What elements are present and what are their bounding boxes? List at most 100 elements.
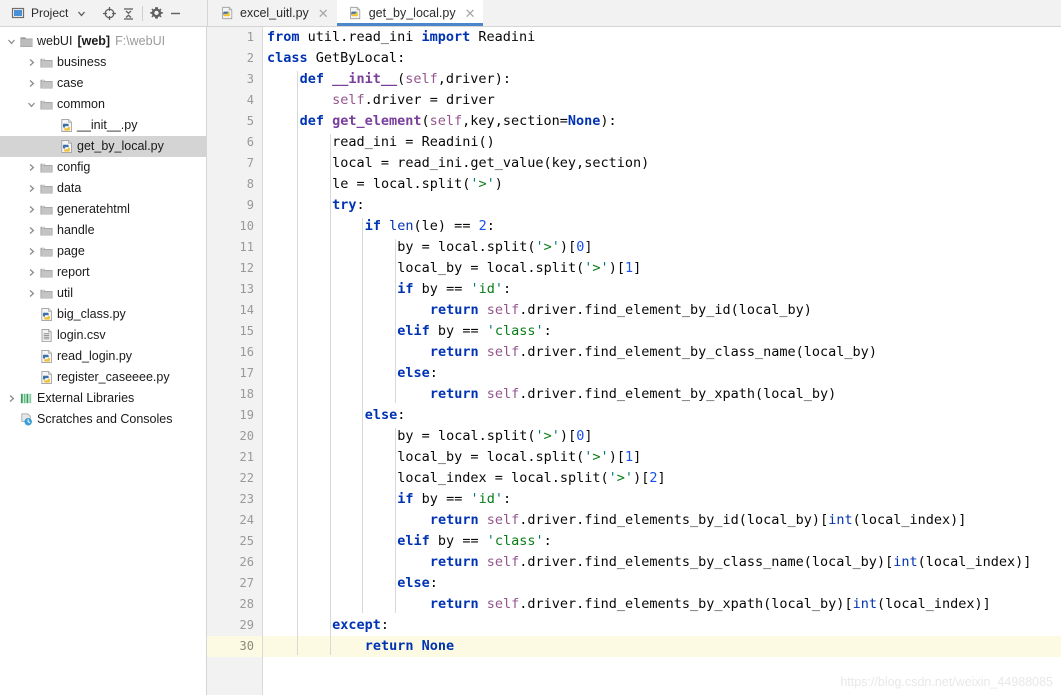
chevron-right-icon[interactable] [24, 79, 38, 88]
code-line[interactable]: else: [263, 573, 1061, 594]
chevron-right-icon[interactable] [24, 184, 38, 193]
tree-item-case[interactable]: case [0, 73, 206, 94]
chevron-down-icon[interactable] [73, 5, 90, 22]
line-number[interactable]: 5 [207, 111, 262, 132]
tree-item-__init__.py[interactable]: __init__.py [0, 115, 206, 136]
line-number[interactable]: 17 [207, 363, 262, 384]
code-line[interactable]: elif by == 'class': [263, 321, 1061, 342]
code-line[interactable]: def __init__(self,driver): [263, 69, 1061, 90]
code-line[interactable]: return self.driver.find_elements_by_clas… [263, 552, 1061, 573]
line-number[interactable]: 7 [207, 153, 262, 174]
code-line[interactable]: read_ini = Readini() [263, 132, 1061, 153]
chevron-right-icon[interactable] [24, 289, 38, 298]
tree-item-report[interactable]: report [0, 262, 206, 283]
project-tree[interactable]: webUI [web] F:\webUI business case common __in… [0, 27, 207, 695]
line-number[interactable]: 20 [207, 426, 262, 447]
code-line[interactable]: try: [263, 195, 1061, 216]
close-icon[interactable]: ✕ [465, 7, 476, 20]
tree-item-big_class.py[interactable]: big_class.py [0, 304, 206, 325]
line-number-gutter[interactable]: 1 2 3 4 5 6 7 8 9 10 11 12 13 14 15 16 17 18 19 20 21 22 23 24 2… [207, 27, 263, 695]
tree-item-read_login.py[interactable]: read_login.py [0, 346, 206, 367]
tree-item-scratches-and-consoles[interactable]: Scratches and Consoles [0, 409, 206, 430]
chevron-right-icon[interactable] [24, 247, 38, 256]
code-line[interactable]: by = local.split('>')[0] [263, 426, 1061, 447]
code-line[interactable]: local = read_ini.get_value(key,section) [263, 153, 1061, 174]
line-number[interactable]: 26 [207, 552, 262, 573]
tree-item-business[interactable]: business [0, 52, 206, 73]
hide-panel-icon[interactable] [167, 5, 184, 22]
tree-item-register_caseeee.py[interactable]: register_caseeee.py [0, 367, 206, 388]
line-number[interactable]: 25 [207, 531, 262, 552]
line-number[interactable]: 23 [207, 489, 262, 510]
code-content[interactable]: from util.read_ini import Readini class G… [263, 27, 1061, 695]
tree-item-common[interactable]: common [0, 94, 206, 115]
chevron-right-icon[interactable] [24, 268, 38, 277]
tree-item-config[interactable]: config [0, 157, 206, 178]
code-line[interactable]: le = local.split('>') [263, 174, 1061, 195]
line-number[interactable]: 21 [207, 447, 262, 468]
chevron-right-icon[interactable] [24, 226, 38, 235]
code-line[interactable]: by = local.split('>')[0] [263, 237, 1061, 258]
chevron-right-icon[interactable] [24, 58, 38, 67]
code-line[interactable]: from util.read_ini import Readini [263, 27, 1061, 48]
tree-item-external-libraries[interactable]: External Libraries [0, 388, 206, 409]
tree-item-util[interactable]: util [0, 283, 206, 304]
chevron-right-icon[interactable] [24, 163, 38, 172]
code-line[interactable]: local_index = local.split('>')[2] [263, 468, 1061, 489]
line-number[interactable]: 8 [207, 174, 262, 195]
tab-excel_uitl[interactable]: excel_uitl.py ✕ [208, 0, 337, 26]
code-line[interactable]: self.driver = driver [263, 90, 1061, 111]
tree-item-login.csv[interactable]: login.csv [0, 325, 206, 346]
line-number[interactable]: 15 [207, 321, 262, 342]
line-number[interactable]: 10 [207, 216, 262, 237]
code-line[interactable]: return self.driver.find_element_by_id(lo… [263, 300, 1061, 321]
code-line[interactable]: elif by == 'class': [263, 531, 1061, 552]
code-line[interactable]: return self.driver.find_elements_by_id(l… [263, 510, 1061, 531]
line-number[interactable]: 9 [207, 195, 262, 216]
line-number[interactable]: 28 [207, 594, 262, 615]
chevron-right-icon[interactable] [4, 394, 18, 403]
line-number[interactable]: 4 [207, 90, 262, 111]
line-number[interactable]: 1 [207, 27, 262, 48]
code-line[interactable]: local_by = local.split('>')[1] [263, 447, 1061, 468]
collapse-all-icon[interactable] [120, 5, 137, 22]
tree-item-data[interactable]: data [0, 178, 206, 199]
code-line[interactable]: else: [263, 363, 1061, 384]
code-line[interactable]: else: [263, 405, 1061, 426]
code-line[interactable]: except: [263, 615, 1061, 636]
chevron-down-icon[interactable] [24, 100, 38, 109]
line-number[interactable]: 16 [207, 342, 262, 363]
line-number[interactable]: 11 [207, 237, 262, 258]
tree-item-get_by_local.py[interactable]: get_by_local.py [0, 136, 206, 157]
code-line[interactable]: return self.driver.find_elements_by_xpat… [263, 594, 1061, 615]
tree-item-handle[interactable]: handle [0, 220, 206, 241]
settings-gear-icon[interactable] [148, 5, 165, 22]
chevron-right-icon[interactable] [24, 205, 38, 214]
code-line[interactable]: if by == 'id': [263, 279, 1061, 300]
code-line[interactable]: local_by = local.split('>')[1] [263, 258, 1061, 279]
code-line[interactable]: if len(le) == 2: [263, 216, 1061, 237]
code-line[interactable]: return None [263, 636, 1061, 657]
line-number[interactable]: 13 [207, 279, 262, 300]
line-number[interactable]: 29 [207, 615, 262, 636]
tree-item-webui[interactable]: webUI [web] F:\webUI [0, 31, 206, 52]
code-line[interactable]: return self.driver.find_element_by_class… [263, 342, 1061, 363]
code-editor[interactable]: 1 2 3 4 5 6 7 8 9 10 11 12 13 14 15 16 17 18 19 20 21 22 23 24 2… [207, 27, 1061, 695]
close-icon[interactable]: ✕ [318, 7, 329, 20]
locate-target-icon[interactable] [101, 5, 118, 22]
line-number[interactable]: 22 [207, 468, 262, 489]
code-line[interactable]: class GetByLocal: [263, 48, 1061, 69]
code-line[interactable]: return self.driver.find_element_by_xpath… [263, 384, 1061, 405]
chevron-down-icon[interactable] [4, 37, 18, 46]
tab-get_by_local[interactable]: get_by_local.py ✕ [336, 0, 484, 26]
tree-item-page[interactable]: page [0, 241, 206, 262]
code-line[interactable]: def get_element(self,key,section=None): [263, 111, 1061, 132]
code-line[interactable]: if by == 'id': [263, 489, 1061, 510]
line-number[interactable]: 2 [207, 48, 262, 69]
line-number[interactable]: 14 [207, 300, 262, 321]
line-number[interactable]: 27 [207, 573, 262, 594]
line-number[interactable]: 18 [207, 384, 262, 405]
tree-item-generatehtml[interactable]: generatehtml [0, 199, 206, 220]
line-number[interactable]: 19 [207, 405, 262, 426]
line-number[interactable]: 12 [207, 258, 262, 279]
